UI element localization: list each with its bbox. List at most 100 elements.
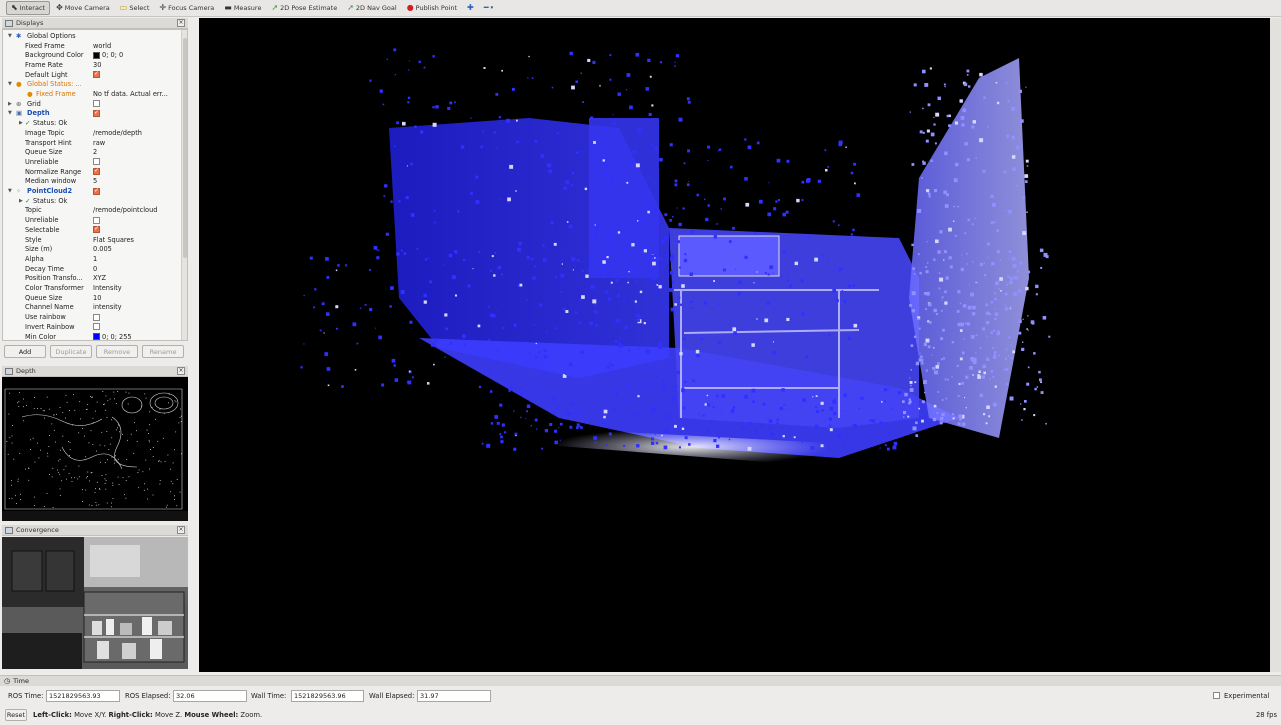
display-tree-row[interactable]: Unreliable [3, 215, 181, 225]
tool-menu-button[interactable]: ━ ▾ [480, 1, 497, 15]
expand-arrow-icon[interactable]: ▶ [19, 198, 23, 204]
display-checkbox[interactable] [93, 100, 100, 108]
display-tree-row[interactable]: Min Color 0; 0; 255 [3, 332, 181, 340]
close-icon[interactable]: × [177, 367, 185, 375]
display-tree-row-value[interactable] [93, 100, 179, 108]
wall-time-field[interactable]: 1521829563.96 [291, 690, 364, 702]
display-tree-row[interactable]: Default Light [3, 70, 181, 80]
display-tree-row[interactable]: Normalize Range [3, 167, 181, 177]
display-tree-row[interactable]: ▼ ▣ Depth [3, 109, 181, 119]
display-tree-row-value[interactable] [93, 187, 179, 195]
display-tree-row[interactable]: Queue Size 10 [3, 293, 181, 303]
display-tree-row-value[interactable] [93, 216, 179, 224]
display-tree-row-value[interactable]: raw [93, 139, 179, 147]
display-tree-row-value[interactable]: intensity [93, 303, 179, 311]
display-tree-row-value[interactable] [93, 226, 179, 234]
display-tree-row-value[interactable]: 5 [93, 177, 179, 185]
move-camera-tool-button[interactable]: ✥ Move Camera [52, 1, 114, 15]
close-icon[interactable]: × [177, 526, 185, 534]
display-tree-row-value[interactable]: 0; 0; 255 [93, 333, 179, 340]
display-tree-row[interactable]: Size (m) 0.005 [3, 244, 181, 254]
display-tree-row[interactable]: ▼ ✱ Global Options [3, 31, 181, 41]
display-tree-row[interactable]: Style Flat Squares [3, 235, 181, 245]
display-checkbox[interactable] [93, 158, 100, 166]
display-tree-row[interactable]: Invert Rainbow [3, 322, 181, 332]
select-tool-button[interactable]: ▭ Select [116, 1, 154, 15]
remove-display-button[interactable]: Remove [96, 345, 138, 358]
ros-elapsed-field[interactable]: 32.06 [173, 690, 247, 702]
display-tree-row[interactable]: Use rainbow [3, 312, 181, 322]
display-tree-row[interactable]: Decay Time 0 [3, 264, 181, 274]
display-checkbox[interactable] [93, 216, 100, 224]
display-tree-row-value[interactable]: Intensity [93, 284, 179, 292]
pose-estimate-tool-button[interactable]: ➚ 2D Pose Estimate [267, 1, 341, 15]
display-tree-row-value[interactable] [93, 158, 179, 166]
wall-elapsed-field[interactable]: 31.97 [417, 690, 491, 702]
display-checkbox[interactable] [93, 168, 100, 176]
display-tree-row[interactable]: ▶ ✓ Status: Ok [3, 118, 181, 128]
expand-arrow-icon[interactable]: ▶ [8, 101, 12, 107]
expand-arrow-icon[interactable]: ▼ [8, 188, 12, 194]
display-checkbox[interactable] [93, 323, 100, 331]
rename-display-button[interactable]: Rename [142, 345, 184, 358]
display-tree-row-value[interactable]: 0 [93, 265, 179, 273]
display-tree-row[interactable]: Position Transfo... XYZ [3, 274, 181, 284]
display-tree-row[interactable]: Background Color 0; 0; 0 [3, 50, 181, 60]
display-tree-row[interactable]: Channel Name intensity [3, 303, 181, 313]
display-tree-row-value[interactable]: 10 [93, 294, 179, 302]
interact-tool-button[interactable]: ⬉ Interact [6, 1, 51, 15]
display-tree-row[interactable]: ● Fixed Frame No tf data. Actual err... [3, 89, 181, 99]
display-tree-row[interactable]: Unreliable [3, 157, 181, 167]
display-checkbox[interactable] [93, 187, 100, 195]
display-tree-row[interactable]: Image Topic/remode/depth [3, 128, 181, 138]
display-tree-row-value[interactable]: 0; 0; 0 [93, 51, 179, 59]
expand-arrow-icon[interactable]: ▼ [8, 110, 12, 116]
display-tree-row-value[interactable]: XYZ [93, 274, 179, 282]
display-tree-row[interactable]: Selectable [3, 225, 181, 235]
measure-tool-button[interactable]: ▬ Measure [220, 1, 265, 15]
experimental-checkbox[interactable] [1213, 692, 1220, 699]
display-tree-row-value[interactable] [93, 168, 179, 176]
scrollbar-thumb[interactable] [183, 38, 187, 258]
publish-point-tool-button[interactable]: ● Publish Point [403, 1, 461, 15]
display-checkbox[interactable] [93, 71, 100, 79]
display-checkbox[interactable] [93, 226, 100, 234]
display-tree-row[interactable]: ▶ ✓ Status: Ok [3, 196, 181, 206]
display-tree-row-value[interactable]: /remode/pointcloud [93, 206, 179, 214]
display-tree-row-value[interactable]: 30 [93, 61, 179, 69]
color-swatch[interactable] [93, 51, 100, 59]
display-tree-row[interactable]: Median window 5 [3, 177, 181, 187]
display-tree-row[interactable]: Transport Hint raw [3, 138, 181, 148]
display-tree-row-value[interactable] [93, 323, 179, 331]
close-icon[interactable]: × [177, 19, 185, 27]
3d-render-view[interactable] [199, 18, 1270, 672]
color-swatch[interactable] [93, 333, 100, 340]
display-tree-row[interactable]: Fixed Frame world [3, 41, 181, 51]
display-tree-row-value[interactable]: No tf data. Actual err... [93, 90, 179, 98]
reset-button[interactable]: Reset [5, 709, 27, 721]
display-tree-row-value[interactable] [93, 109, 179, 117]
display-tree-row[interactable]: ▶ ⊛ Grid [3, 99, 181, 109]
display-tree-row[interactable]: Queue Size 2 [3, 147, 181, 157]
display-tree-row-value[interactable]: 0.005 [93, 245, 179, 253]
display-tree-row-value[interactable]: 2 [93, 148, 179, 156]
display-tree-row[interactable]: Color Transformer Intensity [3, 283, 181, 293]
duplicate-display-button[interactable]: Duplicate [50, 345, 92, 358]
nav-goal-tool-button[interactable]: ➚ 2D Nav Goal [343, 1, 400, 15]
expand-arrow-icon[interactable]: ▼ [8, 33, 12, 39]
display-tree-row[interactable]: ▼ ● Global Status: ... [3, 80, 181, 90]
expand-arrow-icon[interactable]: ▶ [19, 120, 23, 126]
display-tree-row[interactable]: Frame Rate 30 [3, 60, 181, 70]
display-tree-row[interactable]: Topic/remode/pointcloud [3, 206, 181, 216]
add-display-button[interactable]: Add [4, 345, 46, 358]
ros-time-field[interactable]: 1521829563.93 [46, 690, 120, 702]
display-tree-row-value[interactable]: /remode/depth [93, 129, 179, 137]
add-tool-button[interactable]: ✚ [463, 1, 478, 15]
display-tree-row-value[interactable] [93, 71, 179, 79]
display-checkbox[interactable] [93, 313, 100, 321]
display-tree-row[interactable]: Alpha 1 [3, 254, 181, 264]
display-tree-row-value[interactable]: world [93, 42, 179, 50]
display-tree-row-value[interactable] [93, 313, 179, 321]
tree-scrollbar[interactable] [181, 30, 187, 340]
display-tree-row[interactable]: ▼ ⁘ PointCloud2 [3, 186, 181, 196]
